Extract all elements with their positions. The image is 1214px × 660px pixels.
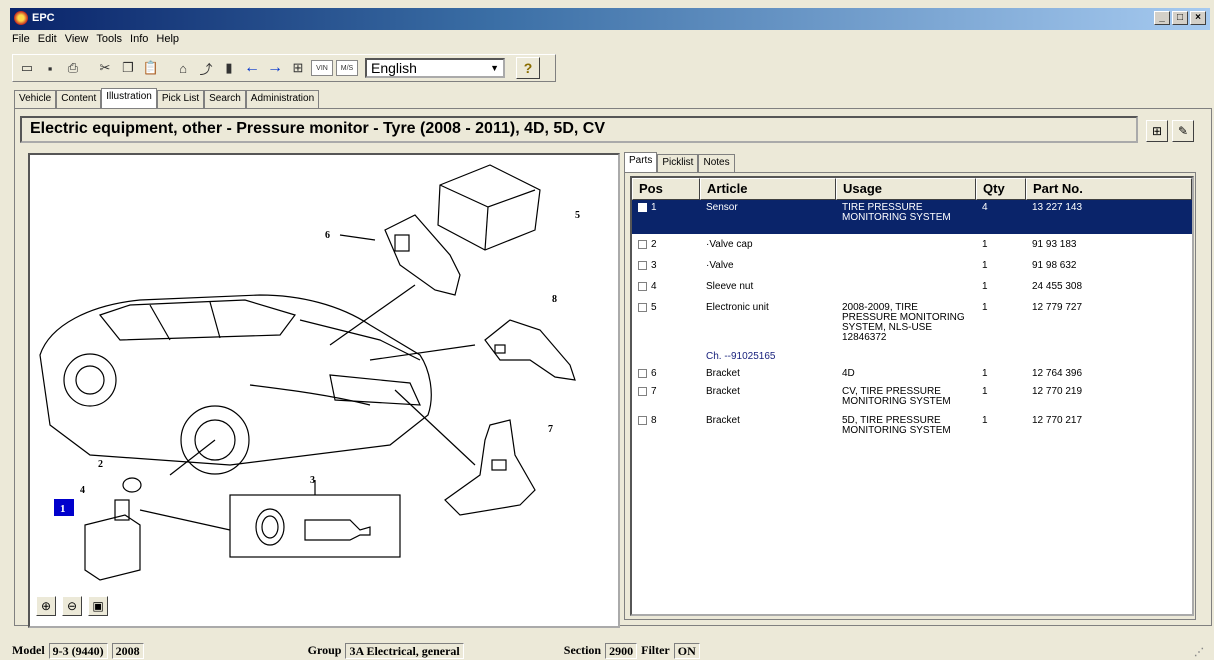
notes-icon[interactable]: ✎ <box>1172 120 1194 142</box>
tab-pick-list[interactable]: Pick List <box>156 90 205 108</box>
tab-picklist[interactable]: Picklist <box>657 154 699 172</box>
tab-notes[interactable]: Notes <box>698 154 735 172</box>
menu-bar: File Edit View Tools Info Help <box>10 33 179 51</box>
help-icon[interactable]: ? <box>516 57 540 79</box>
menu-info[interactable]: Info <box>130 33 148 51</box>
callout-7[interactable]: 7 <box>548 424 553 435</box>
callout-1[interactable]: 1 <box>60 503 66 515</box>
table-row[interactable]: 2 ·Valve cap 1 91 93 183 <box>632 234 1192 256</box>
ms-button[interactable]: M/S <box>336 60 358 76</box>
table-row[interactable]: 3 ·Valve 1 91 98 632 <box>632 256 1192 277</box>
group-label: Group <box>307 643 342 657</box>
group-value: 3A Electrical, general <box>345 642 464 659</box>
col-pos[interactable]: Pos <box>632 178 700 200</box>
zoom-out-icon[interactable]: ⊖ <box>62 596 82 616</box>
callout-8[interactable]: 8 <box>552 294 557 305</box>
zoom-controls: ⊕ ⊖ ▣ <box>36 596 108 616</box>
table-row[interactable]: 8 Bracket 5D, TIRE PRESSURE MONITORING S… <box>632 413 1192 443</box>
filter-value: ON <box>673 642 700 659</box>
row-checkbox[interactable] <box>638 240 647 249</box>
col-usage[interactable]: Usage <box>836 178 976 200</box>
tab-illustration[interactable]: Illustration <box>101 88 157 108</box>
row-checkbox[interactable] <box>638 261 647 270</box>
callout-5[interactable]: 5 <box>575 210 580 221</box>
section-label: Section <box>563 643 602 657</box>
bookmark-icon[interactable]: ▮ <box>219 58 239 78</box>
fit-window-icon[interactable]: ▣ <box>88 596 108 616</box>
tab-parts[interactable]: Parts <box>624 152 658 172</box>
col-qty[interactable]: Qty <box>976 178 1026 200</box>
minimize-button[interactable]: _ <box>1154 11 1170 25</box>
cut-icon[interactable]: ✂ <box>95 58 115 78</box>
row-checkbox[interactable] <box>638 387 647 396</box>
row-checkbox[interactable] <box>638 282 647 291</box>
language-value: English <box>371 60 417 76</box>
app-icon <box>14 11 28 25</box>
chassis-note: Ch. --91025165 <box>706 351 776 362</box>
table-row[interactable]: 5 Electronic unit 2008-2009, TIRE PRESSU… <box>632 298 1192 350</box>
picklist-add-icon[interactable]: ⊞ <box>288 58 308 78</box>
row-checkbox[interactable] <box>638 303 647 312</box>
model-value: 9-3 (9440) <box>48 642 108 659</box>
tab-vehicle[interactable]: Vehicle <box>14 90 57 108</box>
back-arrow-icon[interactable]: ← <box>242 58 262 78</box>
tab-content[interactable]: Content <box>56 90 102 108</box>
row-checkbox[interactable] <box>638 369 647 378</box>
open-icon[interactable]: ▭ <box>17 58 37 78</box>
chevron-down-icon: ▼ <box>490 63 499 73</box>
resize-grip-icon[interactable]: ⋰ <box>1194 647 1204 658</box>
menu-tools[interactable]: Tools <box>96 33 122 51</box>
col-article[interactable]: Article <box>700 178 836 200</box>
filter-label: Filter <box>641 643 670 657</box>
close-button[interactable]: × <box>1190 11 1206 25</box>
save-icon[interactable]: ▪ <box>40 58 60 78</box>
tab-search[interactable]: Search <box>204 90 246 108</box>
picklist-add-icon[interactable]: ⊞ <box>1146 120 1168 142</box>
page-title: Electric equipment, other - Pressure mon… <box>20 116 1138 143</box>
parts-table: Pos Article Usage Qty Part No. 1 Sensor … <box>630 176 1194 616</box>
menu-file[interactable]: File <box>12 33 30 51</box>
table-row[interactable]: 4 Sleeve nut 1 24 455 308 <box>632 277 1192 298</box>
sub-tabs: Parts Picklist Notes <box>624 152 735 172</box>
callout-3[interactable]: 3 <box>310 475 315 486</box>
up-icon[interactable]: ⤴ <box>196 58 216 78</box>
menu-view[interactable]: View <box>65 33 89 51</box>
toolbar: ▭ ▪ ⎙ ✂ ❐ 📋 ⌂ ⤴ ▮ ← → ⊞ VIN M/S English … <box>12 54 556 82</box>
table-header: Pos Article Usage Qty Part No. <box>632 178 1192 200</box>
paste-icon[interactable]: 📋 <box>141 58 161 78</box>
row-checkbox[interactable] <box>638 203 647 212</box>
menu-help[interactable]: Help <box>156 33 179 51</box>
maximize-button[interactable]: □ <box>1172 11 1188 25</box>
home-icon[interactable]: ⌂ <box>173 58 193 78</box>
print-icon[interactable]: ⎙ <box>63 58 83 78</box>
callout-2[interactable]: 2 <box>98 459 103 470</box>
section-value: 2900 <box>605 642 638 659</box>
table-row[interactable]: 6 Bracket 4D 1 12 764 396 <box>632 366 1192 382</box>
main-tabs: Vehicle Content Illustration Pick List S… <box>14 88 320 108</box>
vin-button[interactable]: VIN <box>311 60 333 76</box>
col-part-no[interactable]: Part No. <box>1026 178 1192 200</box>
window-title: EPC <box>32 12 55 24</box>
language-select[interactable]: English ▼ <box>365 58 505 78</box>
forward-arrow-icon[interactable]: → <box>265 58 285 78</box>
copy-icon[interactable]: ❐ <box>118 58 138 78</box>
zoom-in-icon[interactable]: ⊕ <box>36 596 56 616</box>
row-checkbox[interactable] <box>638 416 647 425</box>
table-row[interactable]: 1 Sensor TIRE PRESSURE MONITORING SYSTEM… <box>632 200 1192 234</box>
menu-edit[interactable]: Edit <box>38 33 57 51</box>
callout-4[interactable]: 4 <box>80 485 85 496</box>
table-row[interactable]: 7 Bracket CV, TIRE PRESSURE MONITORING S… <box>632 382 1192 413</box>
tab-administration[interactable]: Administration <box>245 90 320 108</box>
title-bar: EPC _ □ × <box>10 8 1210 30</box>
car-diagram: 6 5 8 7 3 2 4 1 <box>39 164 580 581</box>
status-bar: Model 9-3 (9440) 2008 Group 3A Electrica… <box>10 641 1210 660</box>
callout-6[interactable]: 6 <box>325 230 330 241</box>
illustration-panel[interactable]: 6 5 8 7 3 2 4 1 <box>28 153 620 628</box>
year-value: 2008 <box>111 642 144 659</box>
model-label: Model <box>12 643 45 657</box>
